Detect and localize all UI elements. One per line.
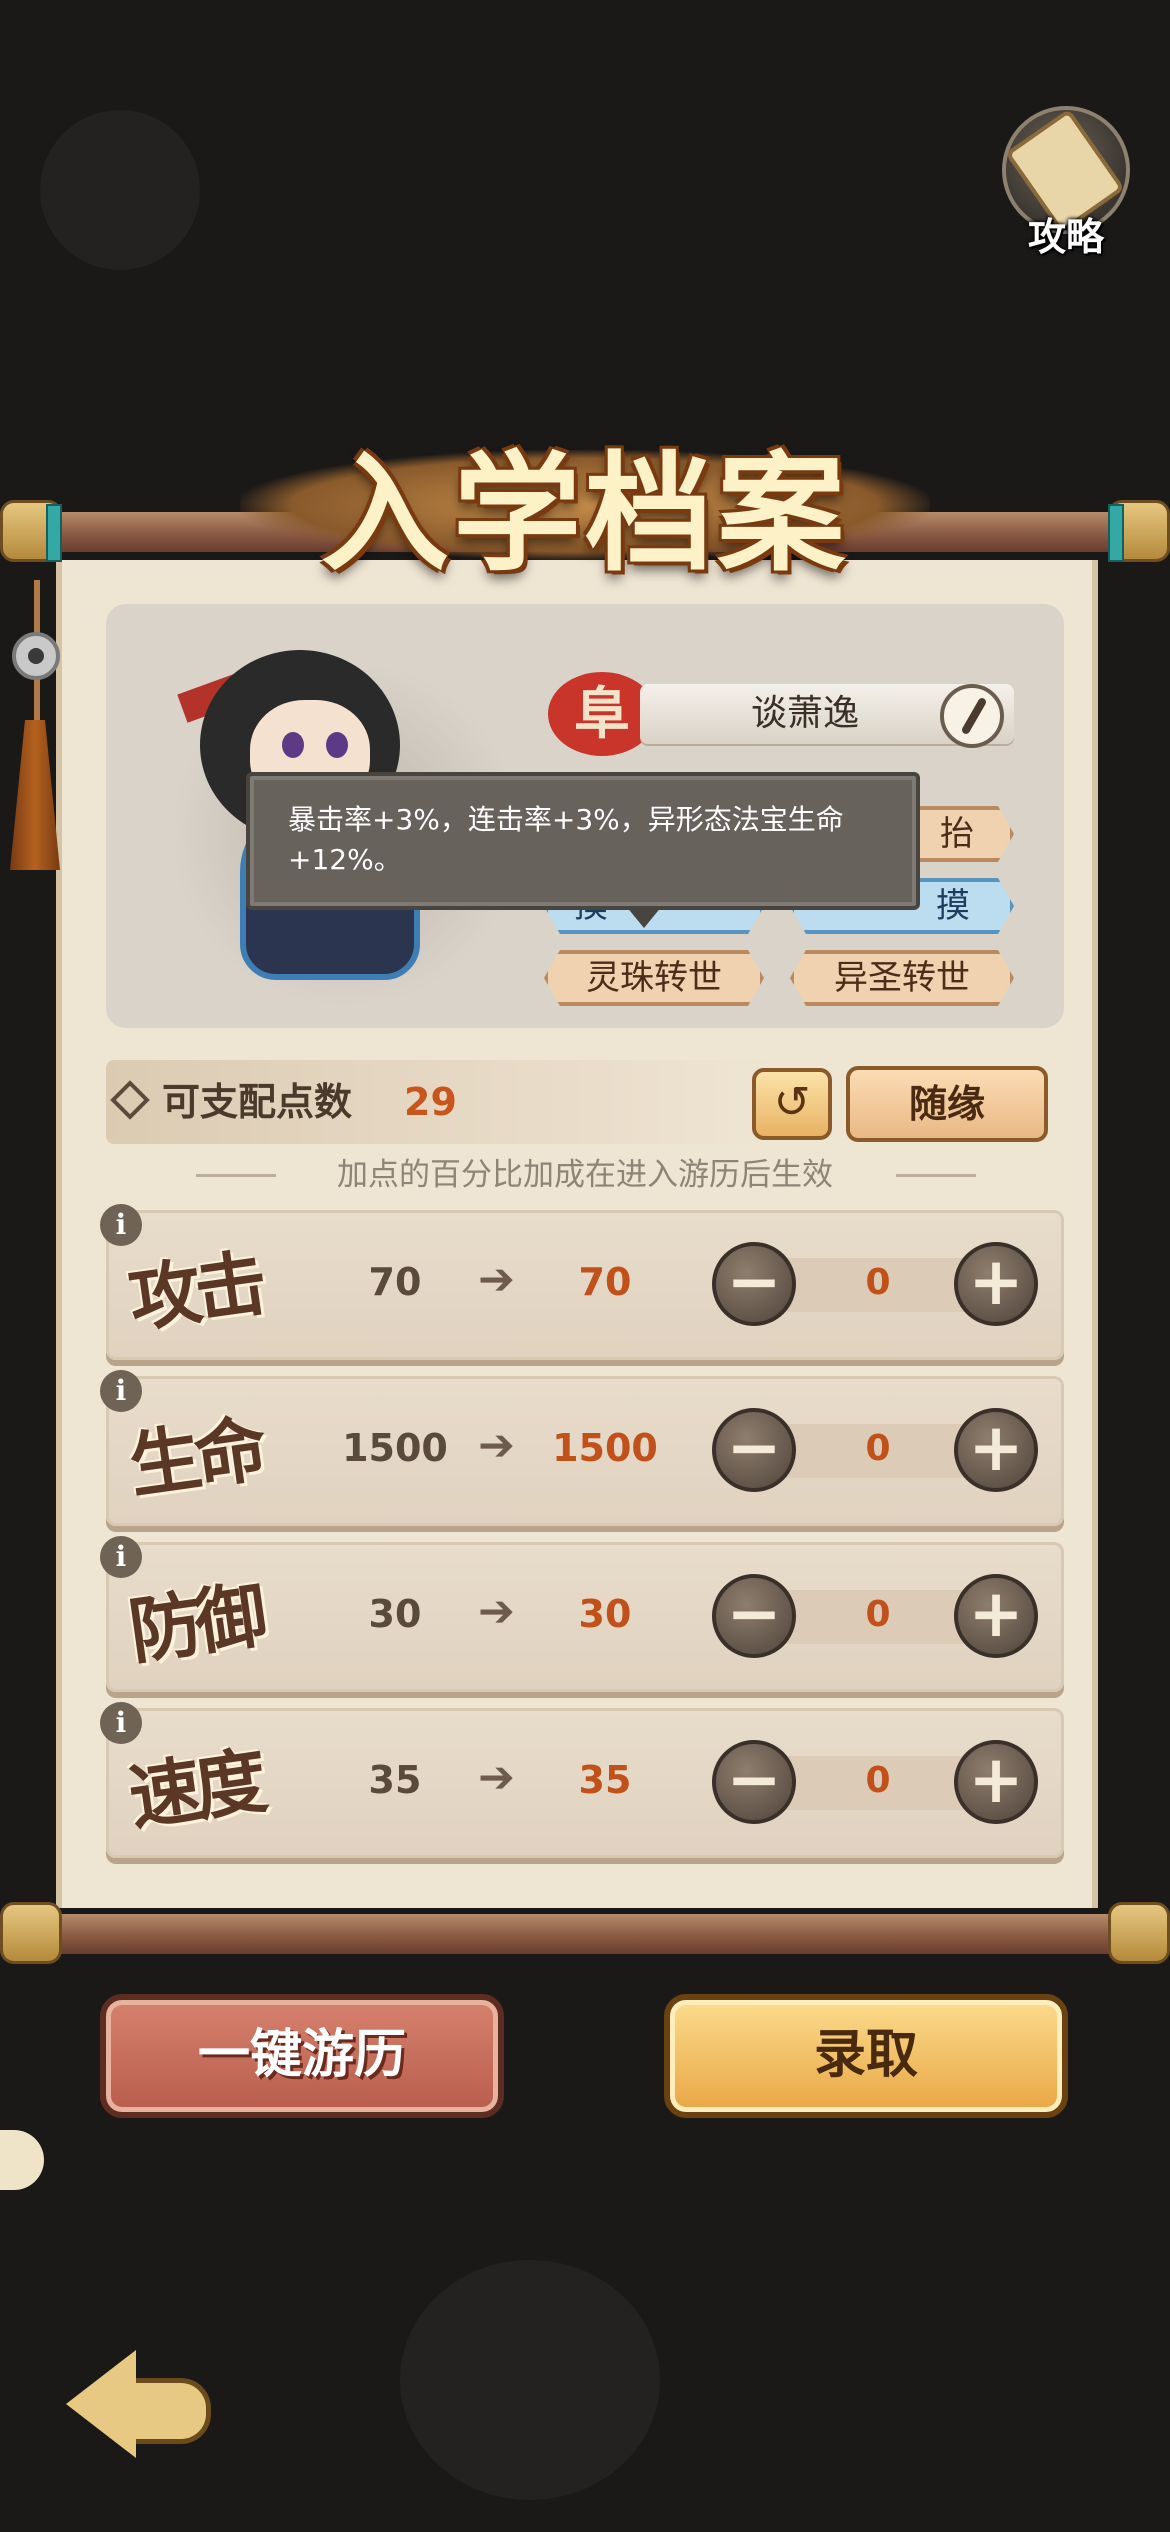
trait-tag-yisheng[interactable]: 异圣转世 — [790, 950, 1014, 1006]
trait-tooltip: 暴击率+3%，连击率+3%，异形态法宝生命+12%。 — [246, 772, 920, 910]
minus-button[interactable]: − — [712, 1574, 796, 1658]
stat-allocated-value: 0 — [865, 1760, 891, 1801]
stat-new-value: 35 — [578, 1758, 632, 1802]
plus-button[interactable]: + — [954, 1408, 1038, 1492]
tooltip-text: 暴击率+3%，连击率+3%，异形态法宝生命+12%。 — [288, 803, 844, 876]
plus-button[interactable]: + — [954, 1740, 1038, 1824]
points-label: 可支配点数 — [162, 1080, 353, 1124]
points-value: 29 — [404, 1080, 457, 1124]
stat-current-value: 30 — [368, 1592, 422, 1636]
character-eye — [326, 732, 348, 758]
minus-button[interactable]: − — [712, 1408, 796, 1492]
background-shape — [40, 110, 200, 270]
jade-ring-icon — [12, 632, 60, 680]
stat-new-value: 30 — [578, 1592, 632, 1636]
character-name: 谈萧逸 — [750, 693, 859, 734]
stat-allocated-value: 0 — [865, 1262, 891, 1303]
character-eye — [282, 732, 304, 758]
reset-button[interactable]: ↺ — [752, 1068, 832, 1140]
minus-button[interactable]: − — [712, 1242, 796, 1326]
undo-icon: ↺ — [773, 1077, 811, 1128]
divider-line — [896, 1174, 976, 1177]
stat-new-value: 1500 — [552, 1426, 658, 1470]
title-banner: 入学档案 — [240, 410, 930, 589]
plus-button[interactable]: + — [954, 1242, 1038, 1326]
stat-allocated-value: 0 — [865, 1428, 891, 1469]
plus-button[interactable]: + — [954, 1574, 1038, 1658]
minus-button[interactable]: − — [712, 1740, 796, 1824]
back-button[interactable] — [66, 2340, 216, 2480]
arrow-right-icon: ➔ — [478, 1254, 515, 1305]
stat-allocated-value: 0 — [865, 1594, 891, 1635]
arrow-right-icon: ➔ — [478, 1586, 515, 1637]
stat-current-value: 1500 — [342, 1426, 448, 1470]
random-allocate-button[interactable]: 随缘 — [846, 1066, 1048, 1142]
stat-current-value: 35 — [368, 1758, 422, 1802]
page-title: 入学档案 — [320, 439, 849, 589]
rename-brush-icon[interactable] — [940, 684, 1004, 748]
back-arrow-tail — [126, 2378, 211, 2444]
stat-new-value: 70 — [578, 1260, 632, 1304]
tooltip-pointer — [626, 906, 662, 928]
stat-current-value: 70 — [368, 1260, 422, 1304]
guide-label: 攻略 — [1027, 215, 1104, 259]
arrow-right-icon: ➔ — [478, 1420, 515, 1471]
scroll-rod-bottom — [0, 1902, 1170, 1964]
admit-button[interactable]: 录取 — [664, 1994, 1068, 2118]
tassel-icon — [10, 720, 60, 870]
background-shape — [400, 2260, 660, 2500]
trait-tag-linzhu[interactable]: 灵珠转世 — [544, 950, 764, 1006]
arrow-right-icon: ➔ — [478, 1752, 515, 1803]
chat-icon[interactable] — [0, 2130, 44, 2190]
auto-travel-button[interactable]: 一键游历 — [100, 1994, 504, 2118]
guide-button[interactable]: 攻略 — [996, 106, 1136, 259]
back-arrow-icon — [66, 2350, 136, 2458]
